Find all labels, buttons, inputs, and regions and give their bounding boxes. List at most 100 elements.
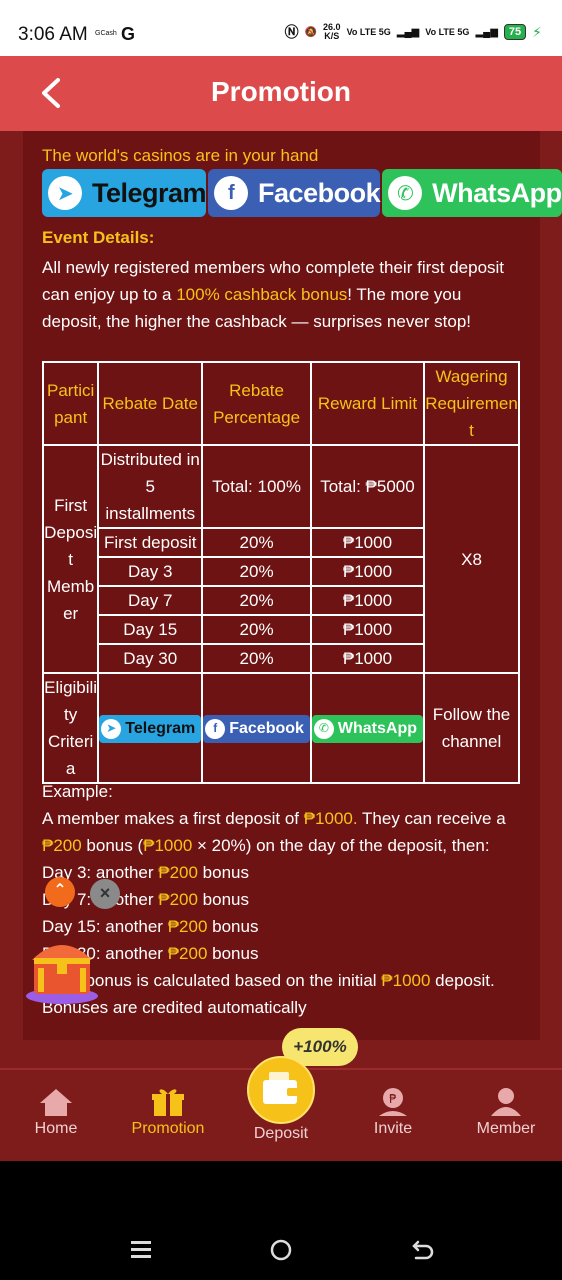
row-pct: 20% — [201, 585, 312, 616]
example-text: bonus ( — [81, 836, 144, 855]
header-rebate-percentage: Rebate Percentage — [201, 361, 312, 446]
eligibility-telegram-button[interactable]: ➤ Telegram — [99, 714, 202, 743]
sim2-type: Vo LTE — [425, 26, 455, 37]
nav-home-label: Home — [34, 1120, 78, 1137]
whatsapp-icon: ✆ — [313, 718, 334, 739]
treasure-chest-icon[interactable] — [24, 928, 100, 1006]
whatsapp-icon: ✆ — [388, 176, 423, 210]
facebook-button[interactable]: f Facebook — [208, 169, 381, 217]
eligibility-whatsapp-label: WhatsApp — [337, 720, 418, 738]
example-amount: ₱200 — [158, 863, 198, 882]
sim2-network: Vo LTE 5G — [425, 26, 470, 37]
facebook-icon: f — [205, 718, 226, 739]
network-speed: 26.0 K/S — [323, 23, 341, 41]
row-limit: ₱1000 — [309, 643, 426, 674]
example-amount: ₱200 — [158, 890, 198, 909]
nav-home[interactable]: Home — [6, 1086, 106, 1138]
home-icon — [40, 1089, 72, 1116]
header-reward-limit: Reward Limit — [309, 361, 426, 446]
row-limit: ₱1000 — [309, 585, 426, 616]
row-limit: ₱1000 — [309, 527, 426, 558]
example-text: A member makes a first deposit of — [42, 809, 304, 828]
event-description: All newly registered members who complet… — [42, 254, 522, 335]
facebook-label: Facebook — [258, 177, 381, 208]
whatsapp-label: WhatsApp — [432, 177, 562, 208]
row-pct: 20% — [201, 527, 312, 558]
back-icon[interactable] — [410, 1238, 434, 1262]
row-pct: Total: 100% — [201, 444, 312, 529]
eligibility-whatsapp-cell: ✆ WhatsApp — [309, 672, 426, 784]
eligibility-action: Follow the channel — [423, 672, 520, 784]
example-intro: A member makes a first deposit of ₱1000.… — [42, 805, 522, 859]
nav-member[interactable]: Member — [456, 1086, 556, 1138]
member-icon — [491, 1088, 521, 1116]
row-date: Day 7 — [97, 585, 204, 616]
nfc-icon: Ⓝ — [284, 24, 299, 40]
example-text: bonus — [207, 917, 259, 936]
example-tail: Each bonus is calculated based on the in… — [42, 967, 522, 1021]
eligibility-label: Eligibili ty Criteri a — [41, 672, 100, 784]
gift-icon — [152, 1089, 184, 1116]
row-limit: ₱1000 — [309, 614, 426, 645]
charging-icon: ⚡ — [532, 23, 542, 40]
sim1-gen: 5G — [378, 26, 391, 37]
header-rebate-date: Rebate Date — [97, 361, 204, 446]
scroll-top-button[interactable]: ⌃ — [45, 877, 75, 907]
nav-invite-label: Invite — [373, 1120, 413, 1137]
recent-apps-icon[interactable] — [130, 1238, 152, 1260]
example-amount: ₱1000 — [143, 836, 193, 855]
telegram-button[interactable]: ➤ Telegram — [42, 169, 207, 217]
header-wagering: Wagering Requiremen t — [423, 361, 520, 446]
nav-member-label: Member — [476, 1120, 536, 1137]
signal-icon-2: ▂▄▆ — [475, 26, 498, 38]
example-amount: ₱200 — [42, 836, 82, 855]
facebook-icon: f — [214, 176, 249, 210]
close-float-button[interactable]: × — [90, 879, 120, 909]
row-date: Day 3 — [97, 556, 204, 587]
speed-unit: K/S — [324, 31, 340, 41]
desc-highlight: 100% cashback bonus — [176, 285, 348, 304]
home-circle-icon[interactable] — [269, 1238, 293, 1262]
example-text: bonus — [207, 944, 259, 963]
table-header-row: Partici pant Rebate Date Rebate Percenta… — [41, 361, 520, 446]
nav-promotion[interactable]: Promotion — [118, 1086, 218, 1138]
invite-icon: ₱ — [379, 1088, 407, 1116]
telegram-icon: ➤ — [48, 176, 82, 210]
sim2-gen: 5G — [457, 26, 470, 37]
gcash-notification-icon: GCash — [95, 30, 117, 37]
social-buttons-row: ➤ Telegram f Facebook ✆ WhatsApp — [42, 169, 562, 217]
svg-text:₱: ₱ — [389, 1092, 397, 1106]
eligibility-whatsapp-button[interactable]: ✆ WhatsApp — [311, 714, 424, 743]
row-limit: Total: ₱5000 — [309, 444, 426, 529]
example-day15: Day 15: another ₱200 bonus — [42, 913, 522, 940]
example-amount: ₱1000. — [303, 809, 358, 828]
eligibility-facebook-cell: f Facebook — [201, 672, 312, 784]
telegram-icon: ➤ — [101, 718, 122, 739]
row-pct: 20% — [201, 556, 312, 587]
row-date: First deposit — [97, 527, 204, 558]
system-navigation-bar — [0, 1161, 562, 1280]
participant-cell: First Deposi t Memb er — [41, 444, 100, 674]
promo-tagline: The world's casinos are in your hand — [42, 146, 319, 165]
example-amount: ₱200 — [167, 917, 208, 936]
example-day30: Day 30: another ₱200 bonus — [42, 940, 522, 967]
mute-icon: 🔕 — [304, 26, 318, 38]
sim1-type: Vo LTE — [346, 26, 377, 37]
page-title: Promotion — [211, 76, 351, 107]
example-text: × 20%) on the day of the deposit, then: — [192, 836, 490, 855]
example-amount: ₱1000 — [381, 971, 431, 990]
deposit-button[interactable] — [247, 1056, 315, 1124]
row-pct: 20% — [201, 614, 312, 645]
battery-icon: 75 — [503, 24, 527, 40]
row-limit: ₱1000 — [309, 556, 426, 587]
row-date: Day 15 — [97, 614, 204, 645]
eligibility-facebook-button[interactable]: f Facebook — [203, 714, 310, 743]
example-title: Example: — [42, 782, 113, 801]
example-text: They can receive a — [357, 809, 506, 828]
eligibility-row: Eligibili ty Criteri a ➤ Telegram f Facebo… — [41, 672, 520, 784]
whatsapp-button[interactable]: ✆ WhatsApp — [382, 169, 562, 217]
status-time: 3:06 AM — [18, 24, 88, 45]
nav-invite[interactable]: ₱ Invite — [343, 1086, 443, 1138]
nav-promotion-label: Promotion — [131, 1120, 205, 1137]
example-amount: ₱200 — [167, 944, 208, 963]
